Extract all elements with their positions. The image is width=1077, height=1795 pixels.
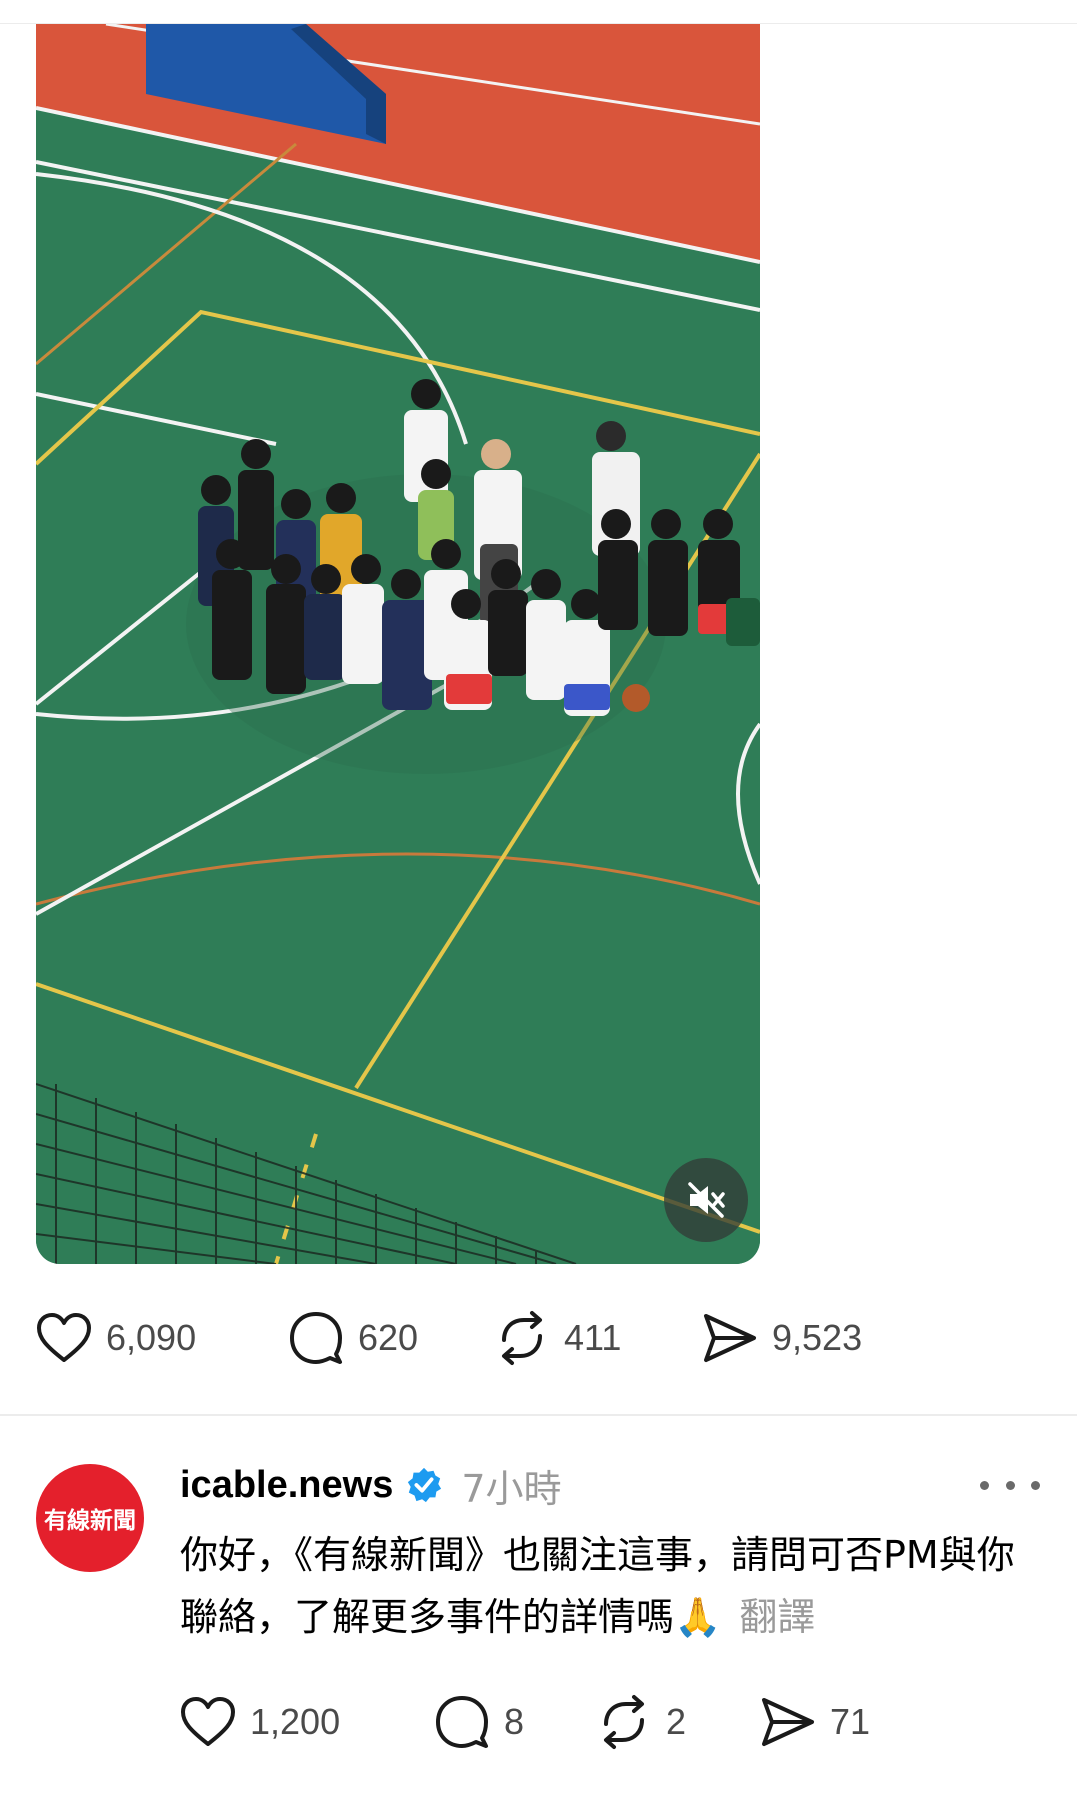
reply-body: 你好，《有線新聞》也關注這事，請問可否PM與你聯絡，了解更多事件的詳情嗎🙏 翻譯 (180, 1524, 1050, 1648)
more-options-icon[interactable] (980, 1468, 1040, 1502)
like-button[interactable]: 6,090 (36, 1312, 288, 1364)
section-divider (0, 1414, 1077, 1416)
reply-text: 你好，《有線新聞》也關注這事，請問可否PM與你聯絡，了解更多事件的詳情嗎🙏 (180, 1533, 1015, 1639)
share-icon (704, 1314, 756, 1362)
reply-share-button[interactable]: 71 (760, 1696, 870, 1748)
post-time: 7小時 (461, 1466, 562, 1511)
comment-icon (436, 1696, 488, 1748)
reply-actions: 1,200 8 2 71 (180, 1694, 870, 1750)
repost-icon (604, 1695, 644, 1749)
repost-button[interactable]: 411 (494, 1310, 702, 1366)
mute-button[interactable] (664, 1158, 748, 1242)
reply-like-count: 1,200 (250, 1701, 341, 1742)
post-actions: 6,090 620 411 9,523 (36, 1310, 862, 1366)
reply-share-count: 71 (830, 1701, 871, 1742)
username[interactable]: icable.news (180, 1464, 393, 1507)
share-icon (762, 1698, 814, 1746)
reply-comment-count: 8 (504, 1701, 525, 1742)
heart-icon (37, 1313, 91, 1362)
post-video[interactable] (36, 24, 760, 1264)
comment-count: 620 (358, 1317, 419, 1358)
share-count: 9,523 (772, 1317, 863, 1358)
reply-like-button[interactable]: 1,200 (180, 1696, 434, 1748)
mute-icon (688, 1182, 725, 1218)
avatar[interactable]: 有線新聞 (36, 1464, 144, 1572)
like-count: 6,090 (106, 1317, 197, 1358)
top-divider (0, 0, 1077, 24)
repost-count: 411 (564, 1317, 622, 1358)
comment-icon (290, 1312, 342, 1364)
reply-repost-count: 2 (666, 1701, 687, 1742)
video-frame (36, 24, 760, 1264)
verified-badge-icon (408, 1467, 442, 1503)
reply-repost-button[interactable]: 2 (596, 1694, 760, 1750)
translate-link[interactable]: 翻譯 (739, 1595, 815, 1639)
reply-comment-button[interactable]: 8 (434, 1694, 596, 1750)
reply-header: icable.news 7小時 (180, 1460, 562, 1511)
share-button[interactable]: 9,523 (702, 1312, 862, 1364)
repost-icon (502, 1311, 542, 1365)
heart-icon (181, 1697, 235, 1746)
comment-button[interactable]: 620 (288, 1310, 494, 1366)
avatar-text: 有線新聞 (44, 1508, 136, 1534)
